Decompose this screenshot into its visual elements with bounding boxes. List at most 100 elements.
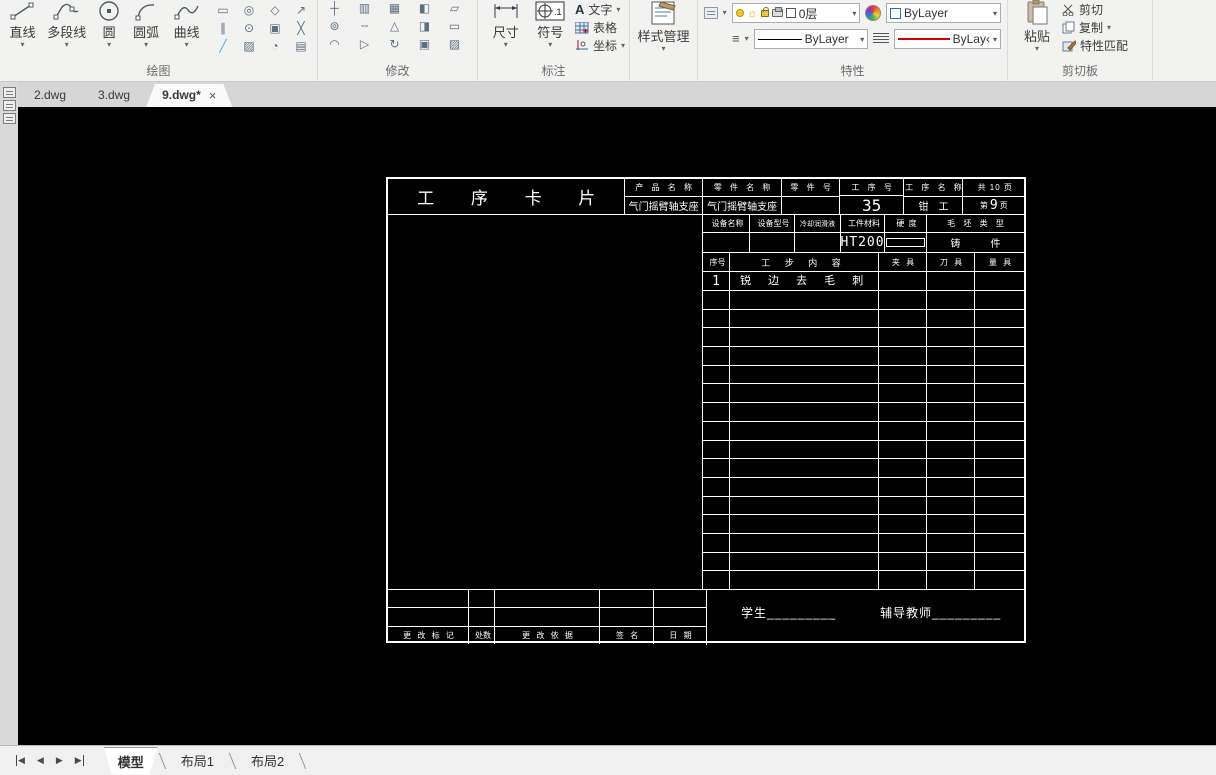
linetype-value: ByLayer xyxy=(804,32,849,46)
tool-palette-icon-3[interactable] xyxy=(2,113,16,124)
chevron-down-icon[interactable]: ▾ xyxy=(661,45,665,53)
doc-tab-3dwg[interactable]: 3.dwg xyxy=(82,84,146,107)
chevron-down-icon[interactable]: ▾ xyxy=(993,9,997,18)
panel-label-modify[interactable]: 修改 xyxy=(318,62,477,82)
advisor-signoff: 辅导教师_________ xyxy=(880,606,1002,620)
linetype2-select[interactable]: ByLay‹ ▾ xyxy=(893,29,1001,49)
match-properties-icon xyxy=(1062,39,1076,52)
chevron-down-icon[interactable]: ▾ xyxy=(852,9,856,18)
move-icon[interactable]: ┼ xyxy=(325,0,345,16)
spline-button[interactable]: 曲线 ▾ xyxy=(166,0,207,49)
rotate-icon[interactable]: ↻ xyxy=(385,36,405,52)
last-tab-icon[interactable]: ▶ xyxy=(75,755,84,766)
tool-palette-icon-1[interactable] xyxy=(2,87,16,98)
paste-button[interactable]: 粘贴 ▾ xyxy=(1018,0,1056,53)
panel-label-properties[interactable]: 特性 xyxy=(698,62,1007,82)
fillet-icon[interactable]: ◠ xyxy=(325,36,345,52)
stretch-icon[interactable]: ▥ xyxy=(355,0,375,16)
hatch-icon[interactable]: ▨ xyxy=(239,38,259,54)
tab-layout2[interactable]: 布局2 xyxy=(237,747,298,774)
chevron-down-icon[interactable]: ▾ xyxy=(993,35,997,44)
chevron-down-icon[interactable]: ▾ xyxy=(548,41,552,49)
region-icon[interactable]: ▣ xyxy=(265,20,285,36)
symbol-button[interactable]: .1 符号 ▾ xyxy=(530,0,571,49)
overlap-icon[interactable]: ◨ xyxy=(415,18,435,34)
signoff-area: 学生_________ 辅导教师_________ xyxy=(707,590,1024,645)
match-properties-button[interactable]: 特性匹配 xyxy=(1062,37,1128,54)
polyline-button[interactable]: 多段线 ▾ xyxy=(41,0,93,49)
block-icon[interactable]: ╳ xyxy=(291,20,311,36)
coordinate-button[interactable]: 坐标 ▾ xyxy=(575,37,625,54)
first-tab-icon[interactable]: ◀ xyxy=(16,755,25,766)
panel-label-annotate[interactable]: 标注 xyxy=(478,62,629,82)
chevron-down-icon[interactable]: ▾ xyxy=(860,35,864,44)
layer-select[interactable]: ☼ 0层 ▾ xyxy=(731,3,861,23)
drawing-canvas[interactable]: 工 序 卡 片 产 品 名 称 气门摇臂轴支座 零 件 名 称 气门摇臂轴支座 … xyxy=(18,107,1216,745)
linetype-sample xyxy=(757,38,802,40)
doc-tab-2dwg[interactable]: 2.dwg xyxy=(18,84,82,107)
chevron-down-icon[interactable]: ▾ xyxy=(616,5,620,14)
tab-layout1[interactable]: 布局1 xyxy=(167,747,228,774)
gradient-icon[interactable]: ▤ xyxy=(291,38,311,54)
color-value: ByLayer xyxy=(903,6,948,20)
scissors-icon xyxy=(1062,4,1075,16)
dimension-button[interactable]: 尺寸 ▾ xyxy=(486,0,526,49)
align-icon[interactable]: ▣ xyxy=(415,36,435,52)
tab-divider xyxy=(228,752,237,769)
equip-name-value xyxy=(703,233,750,252)
tool-palette-icon-2[interactable] xyxy=(2,100,16,111)
arc-button[interactable]: 圆弧 ▾ xyxy=(126,0,167,49)
chamfer-icon[interactable]: ▷ xyxy=(355,36,375,52)
color-wheel-icon[interactable] xyxy=(865,5,881,21)
layer-tools-icon[interactable] xyxy=(704,7,718,19)
scale-icon[interactable]: ◧ xyxy=(415,0,435,16)
table-button[interactable]: + 表格 xyxy=(574,19,625,36)
lineweight-icon[interactable] xyxy=(873,33,889,45)
chevron-down-icon[interactable]: ▾ xyxy=(621,41,625,50)
lineweight-display-icon[interactable]: ≡ xyxy=(732,32,740,45)
erase-icon[interactable]: ▱ xyxy=(445,0,465,16)
chevron-down-icon[interactable]: ▾ xyxy=(20,41,24,49)
chevron-down-icon[interactable]: ▾ xyxy=(144,41,148,49)
array-icon[interactable]: ▦ xyxy=(385,0,405,16)
text-button[interactable]: A 文字 ▾ xyxy=(575,1,625,18)
panel-label-draw[interactable]: 绘图 xyxy=(0,62,317,82)
donut-icon[interactable]: ◎ xyxy=(239,2,259,18)
divide-icon[interactable]: ╌ xyxy=(355,18,375,34)
edit-hatch-icon[interactable]: ▨ xyxy=(445,36,465,52)
parallel-icon[interactable]: ∥ xyxy=(213,20,233,36)
linetype-select[interactable]: ByLayer ▾ xyxy=(753,29,869,49)
tab-model[interactable]: 模型 xyxy=(104,747,158,775)
next-tab-icon[interactable]: ▶ xyxy=(56,755,63,766)
explode-icon[interactable]: ▭ xyxy=(445,18,465,34)
style-manager-button[interactable]: 样式管理 ▾ xyxy=(634,0,693,53)
prev-tab-icon[interactable]: ◀ xyxy=(37,755,44,766)
cut-button[interactable]: 剪切 xyxy=(1062,1,1128,18)
panel-modify: ┼ ▥ ▦ ◧ ▱ ⊚ ╌ △ ◨ ▭ ◠ ▷ ↻ ▣ ▨ 修改 xyxy=(318,0,478,82)
panel-label-clipboard[interactable]: 剪切板 xyxy=(1008,62,1152,82)
color-select[interactable]: ByLayer ▾ xyxy=(885,3,1001,23)
mirror-icon[interactable]: △ xyxy=(385,18,405,34)
chevron-down-icon[interactable]: ▾ xyxy=(65,41,69,49)
polygon-icon[interactable]: ◇ xyxy=(265,2,285,18)
circle-button[interactable]: 圆 ▾ xyxy=(93,0,126,49)
chevron-down-icon[interactable]: ▾ xyxy=(745,35,749,43)
chevron-down-icon[interactable]: ▾ xyxy=(723,9,727,17)
chevron-down-icon[interactable]: ▾ xyxy=(185,41,189,49)
pages-col: 共 10 页 第 9 页 xyxy=(963,179,1025,214)
chevron-down-icon[interactable]: ▾ xyxy=(107,41,111,49)
pointer-icon[interactable]: ↗ xyxy=(291,2,311,18)
rectangle-icon[interactable]: ▭ xyxy=(213,2,233,18)
chevron-down-icon[interactable]: ▾ xyxy=(1107,23,1111,32)
point-icon[interactable]: ⊙ xyxy=(239,20,259,36)
line-button[interactable]: 直线 ▾ xyxy=(4,0,41,49)
offset-icon[interactable]: ⊚ xyxy=(325,18,345,34)
copy-button[interactable]: 复制 ▾ xyxy=(1062,19,1128,36)
close-icon[interactable]: × xyxy=(209,84,217,107)
wipeout-icon[interactable]: ◔ xyxy=(265,38,285,54)
signature-label: 签 名 xyxy=(600,627,654,644)
doc-tab-9dwg[interactable]: 9.dwg* × xyxy=(146,84,232,107)
construction-line-icon[interactable]: ╱ xyxy=(213,38,233,54)
chevron-down-icon[interactable]: ▾ xyxy=(1035,45,1039,53)
chevron-down-icon[interactable]: ▾ xyxy=(504,41,508,49)
